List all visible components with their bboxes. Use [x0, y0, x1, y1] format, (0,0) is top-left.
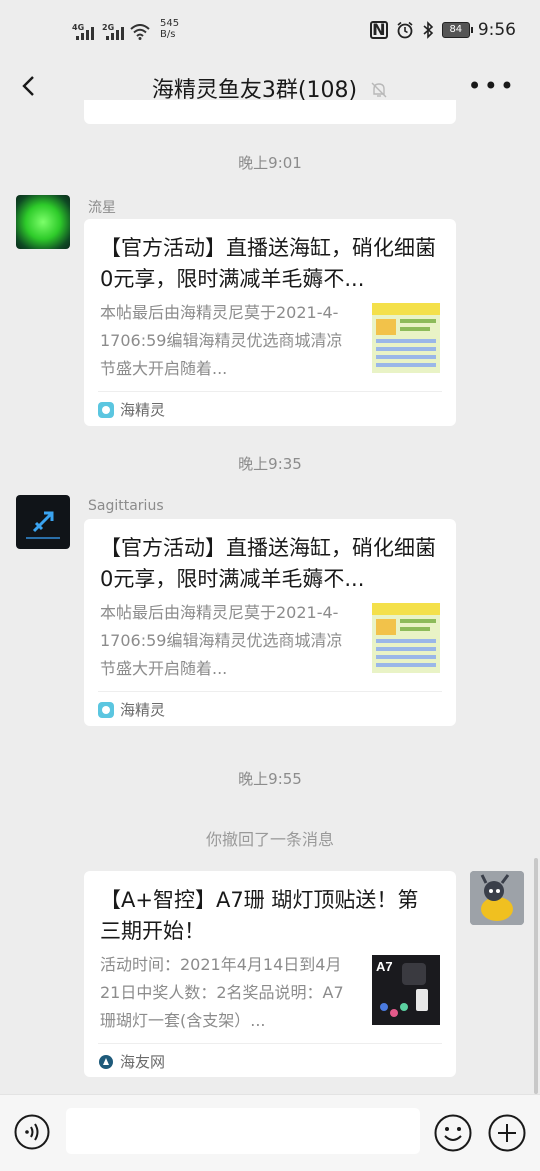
more-button[interactable]: ••• — [468, 74, 516, 98]
network-type-2: 2G — [102, 23, 115, 32]
card-title: 【官方活动】直播送海缸，硝化细菌0元享，限时满减羊毛薅不... — [100, 236, 436, 291]
signal-4g-icon: 4G — [72, 23, 94, 40]
source-app-icon — [98, 701, 114, 718]
card-source: 海精灵 — [98, 699, 165, 720]
card-title: 【官方活动】直播送海缸，硝化细菌0元享，限时满减羊毛薅不... — [100, 536, 436, 591]
speed-unit: B/s — [160, 29, 176, 40]
bluetooth-icon — [423, 21, 433, 39]
card-divider — [98, 391, 442, 392]
message-time: 晚上9:01 — [238, 154, 302, 172]
avatar[interactable] — [470, 871, 524, 925]
self-avatar-icon — [470, 871, 524, 925]
status-right: N 84 9:56 — [369, 20, 516, 40]
card-source-label: 海友网 — [120, 1053, 166, 1071]
card-description: 本帖最后由海精灵尼莫于2021-4-1706:59编辑海精灵优选商城清凉节盛大开… — [100, 603, 343, 678]
input-bar — [0, 1094, 540, 1171]
network-speed: 545 B/s — [160, 18, 179, 40]
speed-value: 545 — [160, 18, 180, 29]
previous-message-card[interactable] — [84, 100, 456, 124]
message-input[interactable] — [66, 1108, 420, 1154]
avatar[interactable] — [16, 495, 70, 549]
avatar[interactable] — [16, 195, 70, 249]
message-time: 晚上9:35 — [238, 455, 302, 473]
network-type-1: 4G — [72, 23, 85, 32]
wifi-icon — [130, 24, 150, 40]
card-thumbnail — [372, 603, 440, 673]
card-source-label: 海精灵 — [120, 701, 166, 719]
bell-off-icon — [371, 82, 387, 98]
sagittarius-avatar-icon — [26, 511, 60, 539]
alarm-icon — [397, 21, 413, 39]
card-description: 活动时间：2021年4月14日到4月21日中奖人数：2名奖品说明：A7珊瑚灯一套… — [100, 955, 344, 1030]
card-divider — [98, 691, 442, 692]
source-app-icon — [99, 1054, 113, 1069]
link-card[interactable]: 【官方活动】直播送海缸，硝化细菌0元享，限时满减羊毛薅不... 本帖最后由海精灵… — [84, 519, 456, 726]
status-bar: 4G 2G 545 B/s N 84 9:56 — [0, 0, 540, 62]
thumb-label: A7 — [376, 959, 393, 974]
link-card[interactable]: 【A+智控】A7珊 瑚灯顶贴送！第三期开始！ 活动时间：2021年4月14日到4… — [84, 871, 456, 1077]
voice-icon[interactable] — [14, 1114, 50, 1150]
card-thumbnail — [372, 303, 440, 373]
scrollbar[interactable] — [534, 858, 538, 1094]
source-app-icon — [98, 401, 114, 418]
card-source-label: 海精灵 — [120, 401, 166, 419]
card-source: 海友网 — [98, 1051, 165, 1072]
card-title: 【A+智控】A7珊 瑚灯顶贴送！第三期开始！ — [100, 888, 419, 943]
sender-name: Sagittarius — [88, 498, 164, 514]
signal-2g-icon: 2G — [102, 23, 124, 40]
link-card[interactable]: 【官方活动】直播送海缸，硝化细菌0元享，限时满减羊毛薅不... 本帖最后由海精灵… — [84, 219, 456, 426]
message-time: 晚上9:55 — [238, 770, 302, 788]
emoji-icon[interactable] — [434, 1114, 472, 1152]
status-time: 9:56 — [477, 20, 516, 40]
status-left: 4G 2G 545 B/s — [72, 18, 179, 40]
battery-icon: 84 — [441, 22, 473, 38]
plus-icon[interactable] — [488, 1114, 526, 1152]
card-source: 海精灵 — [98, 399, 165, 420]
card-description: 本帖最后由海精灵尼莫于2021-4-1706:59编辑海精灵优选商城清凉节盛大开… — [100, 303, 343, 378]
card-thumbnail: A7 — [372, 955, 440, 1025]
sender-name: 流星 — [88, 200, 116, 216]
nfc-icon: N — [369, 21, 388, 39]
card-divider — [98, 1043, 442, 1044]
recall-notice[interactable]: 你撤回了一条消息 — [0, 826, 540, 850]
